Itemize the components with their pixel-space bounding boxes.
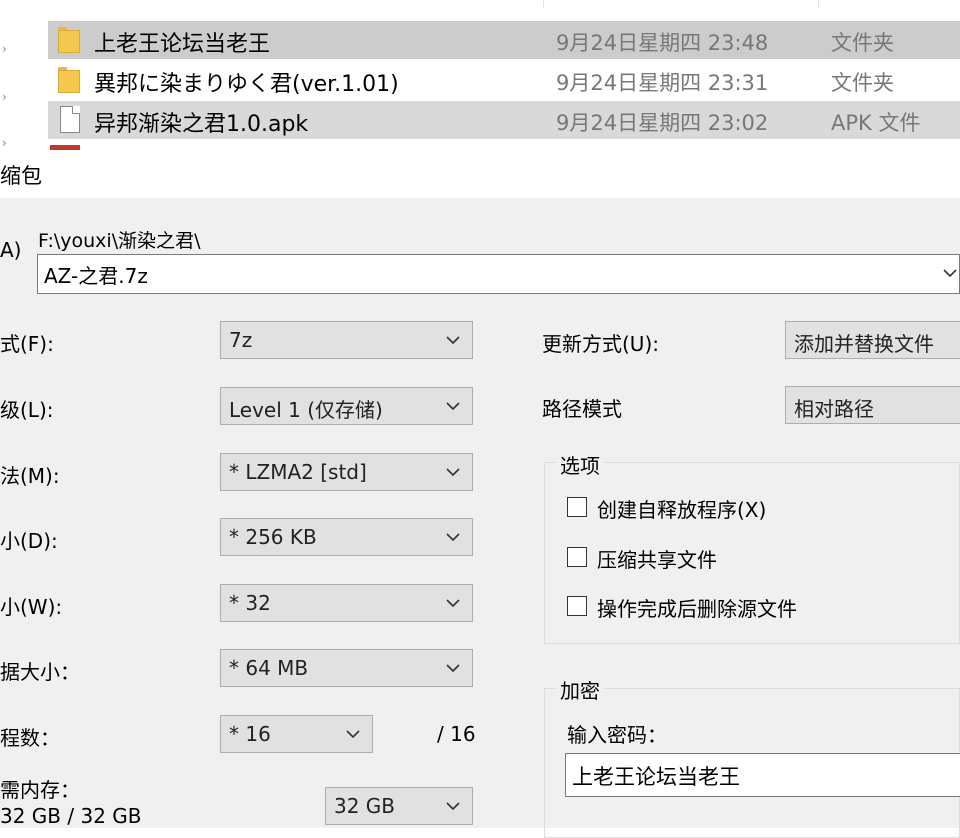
memory-usage: 32 GB / 32 GB	[0, 804, 142, 828]
path-mode-label: 路径模式	[542, 397, 622, 421]
method-select[interactable]: * LZMA2 [std]	[220, 453, 473, 491]
archive-path: F:\youxi\渐染之君\	[38, 230, 201, 252]
archive-name-combo[interactable]: AZ-之君.7z	[37, 254, 960, 294]
method-label: 法(M):	[0, 464, 60, 488]
path-mode-value: 相对路径	[794, 397, 874, 421]
file-icon	[60, 106, 80, 133]
file-name: 上老王论坛当老王	[94, 32, 271, 57]
block-size-value: * 64 MB	[229, 656, 309, 680]
memory-label: 需内存：	[0, 778, 80, 802]
chevron-down-icon[interactable]	[941, 264, 959, 282]
format-select[interactable]: 7z	[220, 321, 473, 359]
dialog-title: 缩包	[0, 164, 42, 188]
dictionary-value: * 256 KB	[229, 525, 317, 549]
word-size-select[interactable]: * 32	[220, 584, 473, 622]
shared-files-label[interactable]: 压缩共享文件	[597, 544, 717, 573]
chevron-down-icon	[444, 397, 462, 415]
format-label: 式(F):	[0, 332, 54, 356]
add-to-archive-dialog: 缩包 A) F:\youxi\渐染之君\ AZ-之君.7z 式(F): 7z 级…	[0, 150, 960, 838]
chevron-down-icon	[444, 659, 462, 677]
update-mode-label: 更新方式(U):	[542, 332, 659, 356]
navigation-pane: › › ›	[0, 0, 46, 150]
options-group-title: 选项	[556, 450, 604, 479]
folder-icon	[58, 67, 80, 93]
title-bar: 缩包	[0, 150, 960, 198]
self-extract-label[interactable]: 创建自释放程序(X)	[597, 494, 766, 523]
archive-name-value: AZ-之君.7z	[44, 264, 148, 288]
password-input[interactable]: 上老王论坛当老王	[565, 753, 960, 797]
chevron-down-icon	[444, 528, 462, 546]
level-select[interactable]: Level 1 (仅存储)	[220, 387, 473, 425]
chevron-down-icon	[344, 725, 362, 743]
file-row[interactable]: 異邦に染まりゆく君(ver.1.01) 9月24日星期四 23:31 文件夹	[48, 61, 960, 99]
threads-value: * 16	[229, 722, 271, 746]
path-mode-select[interactable]: 相对路径	[785, 386, 960, 424]
file-type: APK 文件	[831, 111, 921, 135]
expand-arrow-icon[interactable]: ›	[2, 137, 12, 149]
method-value: * LZMA2 [std]	[229, 460, 367, 484]
file-row[interactable]: 异邦渐染之君1.0.apk 9月24日星期四 23:02 APK 文件	[48, 101, 960, 139]
level-label: 级(L):	[0, 398, 54, 422]
delete-after-label[interactable]: 操作完成后删除源文件	[597, 593, 797, 622]
file-name: 異邦に染まりゆく君(ver.1.01)	[94, 72, 399, 97]
update-mode-value: 添加并替换文件	[794, 332, 934, 356]
file-date: 9月24日星期四 23:48	[556, 31, 769, 55]
delete-after-checkbox[interactable]	[567, 596, 587, 616]
file-name: 异邦渐染之君1.0.apk	[94, 112, 309, 137]
chevron-down-icon	[444, 331, 462, 349]
password-label: 输入密码：	[567, 723, 667, 747]
shared-files-checkbox[interactable]	[567, 547, 587, 567]
dictionary-label: 小(D):	[0, 529, 58, 553]
column-separator	[543, 0, 544, 8]
block-size-label: 据大小：	[0, 660, 80, 684]
word-size-label: 小(W):	[0, 595, 63, 619]
block-size-select[interactable]: * 64 MB	[220, 649, 473, 687]
memory-select[interactable]: 32 GB	[325, 787, 473, 825]
file-row[interactable]: 上老王论坛当老王 9月24日星期四 23:48 文件夹	[48, 21, 960, 59]
expand-arrow-icon[interactable]: ›	[2, 91, 12, 103]
memory-value: 32 GB	[334, 794, 396, 818]
threads-label: 程数：	[0, 726, 60, 750]
self-extract-checkbox[interactable]	[567, 497, 587, 517]
file-type: 文件夹	[831, 71, 894, 95]
dictionary-select[interactable]: * 256 KB	[220, 518, 473, 556]
chevron-down-icon	[444, 594, 462, 612]
chevron-down-icon	[444, 463, 462, 481]
level-value: Level 1 (仅存储)	[229, 398, 383, 422]
file-type: 文件夹	[831, 31, 894, 55]
file-date: 9月24日星期四 23:31	[556, 71, 769, 95]
encryption-group-title: 加密	[556, 675, 604, 704]
update-mode-select[interactable]: 添加并替换文件	[785, 321, 960, 359]
column-separator	[818, 0, 819, 8]
file-date: 9月24日星期四 23:02	[556, 111, 769, 135]
password-value: 上老王论坛当老王	[572, 765, 740, 789]
expand-arrow-icon[interactable]: ›	[2, 43, 12, 55]
threads-max: / 16	[437, 722, 476, 746]
folder-icon	[58, 27, 80, 53]
threads-select[interactable]: * 16	[220, 715, 373, 753]
file-explorer: › › › 上老王论坛当老王 9月24日星期四 23:48 文件夹 異邦に染まり…	[0, 0, 960, 150]
word-size-value: * 32	[229, 591, 271, 615]
archive-label: A)	[0, 238, 22, 262]
format-value: 7z	[229, 328, 253, 352]
chevron-down-icon	[444, 797, 462, 815]
